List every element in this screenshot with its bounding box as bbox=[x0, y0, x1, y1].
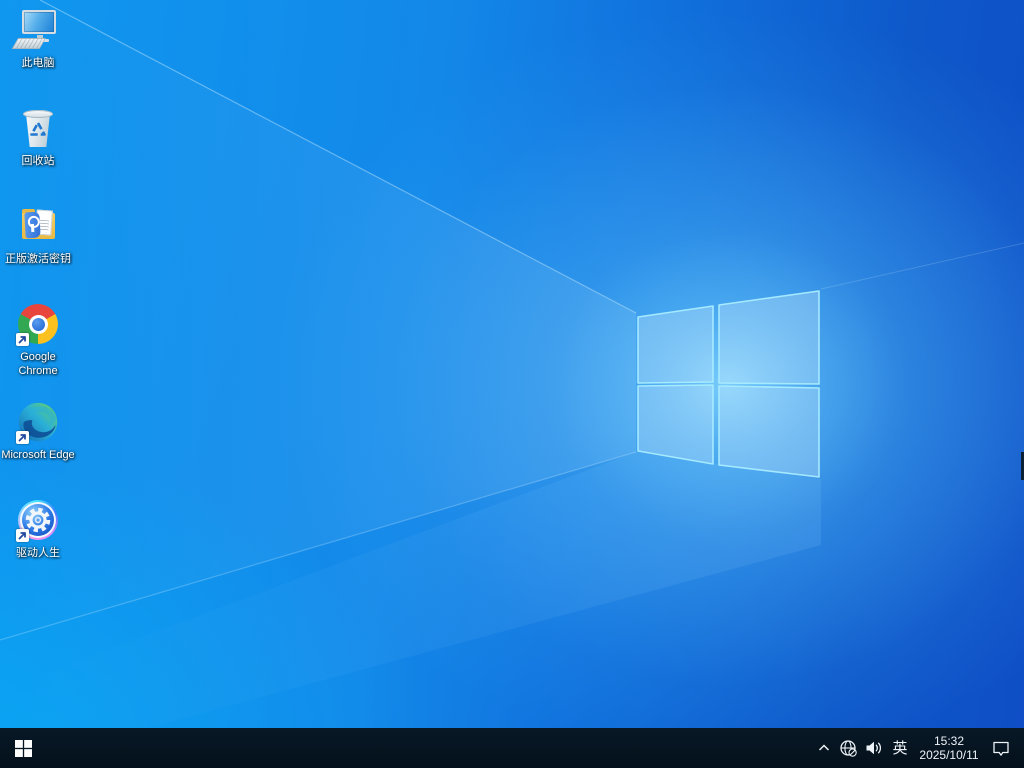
chevron-up-icon bbox=[818, 744, 830, 751]
clock-time: 15:32 bbox=[933, 734, 965, 748]
wallpaper-windows-logo bbox=[0, 0, 1024, 768]
folder-icon bbox=[16, 204, 60, 248]
icon-label: 正版激活密钥 bbox=[5, 253, 71, 265]
desktop[interactable]: 此电脑 回收站 正版激活密钥 Google Chrome Microsoft E… bbox=[0, 0, 1024, 768]
shortcut-arrow-icon bbox=[16, 529, 29, 542]
desktop-icon-driver-genius[interactable]: 驱动人生 bbox=[1, 498, 75, 592]
ime-language-button[interactable]: 英 bbox=[886, 728, 914, 768]
clock-date: 2025/10/11 bbox=[919, 748, 979, 762]
chrome-icon bbox=[16, 302, 60, 346]
shortcut-arrow-icon bbox=[16, 333, 29, 346]
network-status-button[interactable] bbox=[836, 728, 861, 768]
notification-bubble-icon bbox=[993, 741, 1009, 756]
gear-app-icon bbox=[16, 498, 60, 542]
icon-label: 回收站 bbox=[21, 155, 55, 167]
desktop-icon-recycle-bin[interactable]: 回收站 bbox=[1, 106, 75, 200]
taskbar: 英 15:32 2025/10/11 bbox=[0, 728, 1024, 768]
desktop-icon-this-pc[interactable]: 此电脑 bbox=[1, 8, 75, 102]
action-center-button[interactable] bbox=[984, 728, 1018, 768]
hidden-icons-button[interactable] bbox=[812, 728, 836, 768]
taskbar-clock[interactable]: 15:32 2025/10/11 bbox=[914, 728, 984, 768]
desktop-icon-activation-key-folder[interactable]: 正版激活密钥 bbox=[1, 204, 75, 298]
desktop-icon-google-chrome[interactable]: Google Chrome bbox=[1, 302, 75, 396]
icon-label: 驱动人生 bbox=[16, 547, 60, 559]
shortcut-arrow-icon bbox=[16, 431, 29, 444]
desktop-icon-microsoft-edge[interactable]: Microsoft Edge bbox=[1, 400, 75, 494]
globe-no-internet-icon bbox=[840, 739, 857, 757]
this-pc-icon bbox=[11, 8, 60, 52]
recycle-bin-icon bbox=[16, 106, 60, 150]
recycle-symbol-icon bbox=[30, 121, 46, 136]
icon-label: Google Chrome bbox=[18, 351, 58, 377]
volume-button[interactable] bbox=[861, 728, 886, 768]
icon-label: Microsoft Edge bbox=[1, 449, 75, 461]
speaker-icon bbox=[866, 741, 881, 755]
icon-label: 此电脑 bbox=[21, 57, 55, 69]
windows-logo-icon bbox=[14, 739, 32, 757]
system-tray: 英 15:32 2025/10/11 bbox=[812, 728, 1018, 768]
edge-icon bbox=[16, 400, 60, 444]
start-button[interactable] bbox=[0, 728, 46, 768]
